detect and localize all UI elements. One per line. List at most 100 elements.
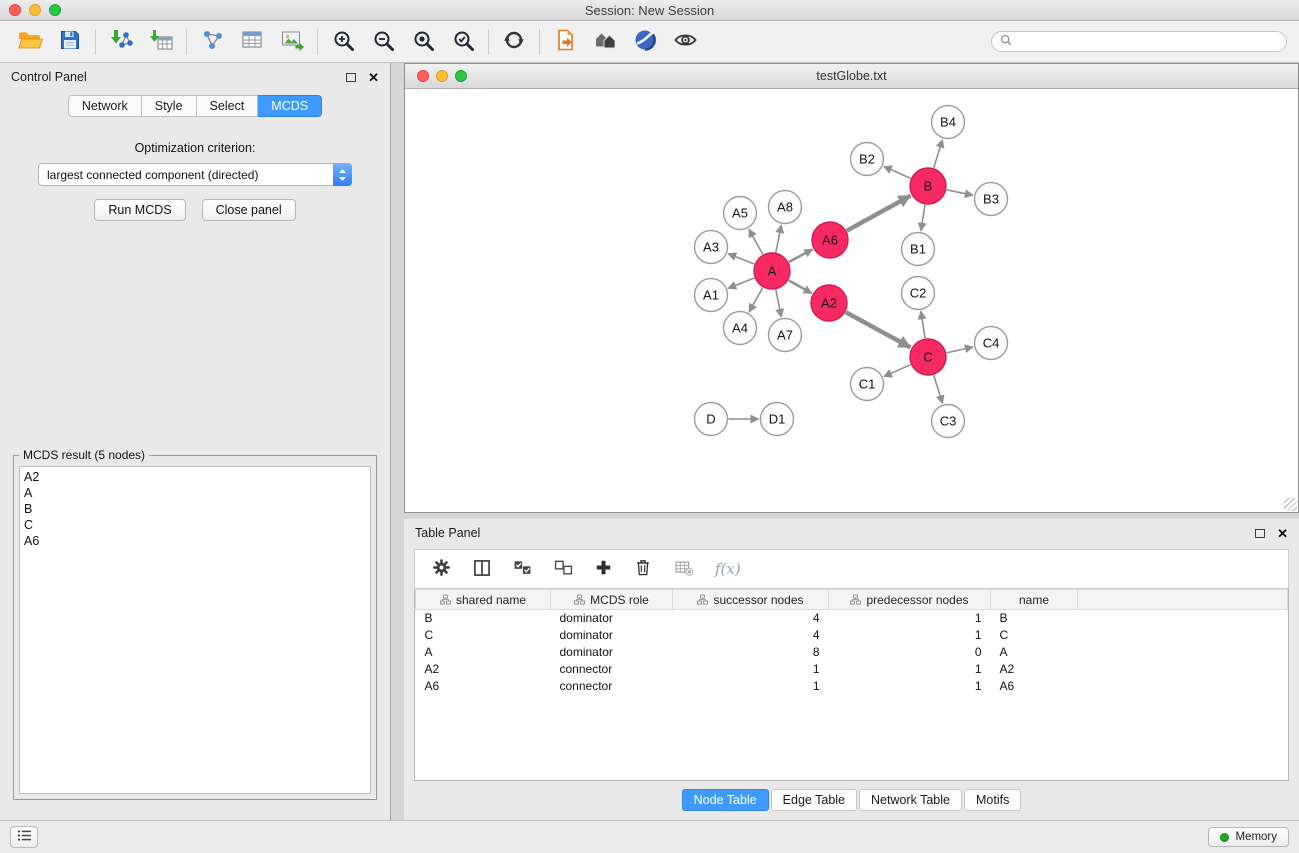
table-row[interactable]: A2connector11A2 — [416, 661, 1288, 678]
table-row[interactable]: Bdominator41B — [416, 610, 1288, 627]
show-graphics-button[interactable] — [665, 25, 705, 59]
show-columns-button[interactable] — [472, 558, 492, 581]
close-network-button[interactable] — [417, 70, 429, 82]
network-window-title: testGlobe.txt — [816, 69, 886, 83]
column-header-predecessor-nodes[interactable]: predecessor nodes — [829, 590, 991, 610]
mcds-result-item[interactable]: C — [24, 517, 366, 533]
network-canvas[interactable]: B4B2BB3A5A8A6B1A3AC2A1A2A4A7CC4C1C3DD1 — [405, 89, 1298, 512]
column-header-mcds-role[interactable]: MCDS role — [551, 590, 673, 610]
table-row[interactable]: A6connector11A6 — [416, 678, 1288, 695]
table-row[interactable]: Adominator80A — [416, 644, 1288, 661]
zoom-fit-button[interactable] — [403, 25, 443, 59]
node-label-A3: A3 — [703, 240, 719, 255]
save-session-button[interactable] — [50, 25, 90, 59]
plus-icon — [594, 558, 613, 580]
tab-motifs[interactable]: Motifs — [964, 789, 1021, 811]
import-table-button[interactable] — [141, 25, 181, 59]
edge-B-B3[interactable] — [947, 190, 973, 196]
network-window-titlebar[interactable]: testGlobe.txt — [405, 64, 1298, 89]
mcds-result-list: A2ABCA6 — [19, 466, 371, 794]
tab-edge-table[interactable]: Edge Table — [771, 789, 857, 811]
search-input[interactable] — [1017, 35, 1278, 49]
tab-node-table[interactable]: Node Table — [682, 789, 769, 811]
zoom-window-button[interactable] — [49, 4, 61, 16]
minimize-window-button[interactable] — [29, 4, 41, 16]
tab-select[interactable]: Select — [197, 95, 259, 117]
zoom-out-icon — [372, 29, 395, 55]
memory-button[interactable]: Memory — [1208, 827, 1289, 847]
edge-A6-B[interactable] — [847, 196, 911, 231]
close-window-button[interactable] — [9, 4, 21, 16]
tab-network[interactable]: Network — [68, 95, 142, 117]
deselect-all-button[interactable] — [553, 558, 574, 581]
cell-successor-nodes: 4 — [673, 610, 829, 627]
mcds-result-item[interactable]: A — [24, 485, 366, 501]
close-panel-button[interactable]: ✕ — [368, 71, 379, 84]
edge-B-B2[interactable] — [884, 167, 911, 179]
dropdown-selected-value: largest connected component (directed) — [39, 168, 333, 182]
zoom-selected-button[interactable] — [443, 25, 483, 59]
home-icon — [593, 28, 618, 55]
zoom-in-button[interactable] — [323, 25, 363, 59]
open-document-button[interactable] — [545, 25, 585, 59]
edge-B-B1[interactable] — [921, 205, 925, 231]
home-button[interactable] — [585, 25, 625, 59]
optimization-criterion-dropdown[interactable]: largest connected component (directed) — [38, 163, 352, 186]
diffusion-button[interactable] — [625, 25, 665, 59]
export-image-button[interactable] — [272, 25, 312, 59]
zoom-network-button[interactable] — [455, 70, 467, 82]
edge-A-A6[interactable] — [789, 249, 813, 262]
run-mcds-button[interactable]: Run MCDS — [94, 199, 185, 221]
resize-grip[interactable] — [1284, 498, 1297, 511]
minimize-network-button[interactable] — [436, 70, 448, 82]
node-table[interactable]: shared nameMCDS rolesuccessor nodesprede… — [414, 589, 1289, 781]
edge-C-C2[interactable] — [921, 311, 925, 338]
edge-C-C1[interactable] — [884, 365, 911, 377]
select-all-button[interactable] — [512, 558, 533, 581]
task-history-button[interactable] — [10, 826, 38, 848]
edge-A2-C[interactable] — [846, 312, 911, 347]
control-panel-title: Control Panel — [11, 70, 87, 84]
open-session-button[interactable] — [10, 25, 50, 59]
edge-B-B4[interactable] — [934, 140, 943, 168]
edge-A-A7[interactable] — [776, 290, 782, 317]
edge-A-A2[interactable] — [789, 280, 812, 293]
column-header-successor-nodes[interactable]: successor nodes — [673, 590, 829, 610]
search-field[interactable] — [991, 31, 1287, 52]
tab-style[interactable]: Style — [142, 95, 197, 117]
edge-A-A5[interactable] — [749, 229, 763, 254]
close-table-panel-button[interactable]: ✕ — [1277, 527, 1288, 540]
edge-A-A4[interactable] — [749, 288, 763, 312]
edge-A-A3[interactable] — [728, 254, 754, 264]
new-network-button[interactable] — [192, 25, 232, 59]
float-table-panel-button[interactable] — [1255, 529, 1265, 538]
cell-predecessor-nodes: 0 — [829, 644, 991, 661]
column-header-shared-name[interactable]: shared name — [416, 590, 551, 610]
edge-C-C4[interactable] — [947, 347, 973, 353]
fx-icon: f(x) — [715, 560, 741, 578]
mcds-result-item[interactable]: B — [24, 501, 366, 517]
delete-table-button[interactable] — [673, 558, 695, 581]
function-builder-button[interactable]: f(x) — [715, 560, 741, 578]
apply-layout-button[interactable] — [494, 25, 534, 59]
new-table-button[interactable] — [232, 25, 272, 59]
add-row-button[interactable] — [594, 558, 613, 580]
tab-network-table[interactable]: Network Table — [859, 789, 962, 811]
edge-A-A1[interactable] — [728, 278, 754, 288]
column-header-name[interactable]: name — [991, 590, 1078, 610]
table-row[interactable]: Cdominator41C — [416, 627, 1288, 644]
node-label-D: D — [706, 412, 715, 427]
close-panel-button[interactable]: Close panel — [202, 199, 296, 221]
zoom-out-button[interactable] — [363, 25, 403, 59]
mcds-result-item[interactable]: A2 — [24, 469, 366, 485]
tab-mcds[interactable]: MCDS — [258, 95, 322, 117]
delete-row-button[interactable] — [633, 557, 653, 581]
mcds-result-item[interactable]: A6 — [24, 533, 366, 549]
float-panel-button[interactable] — [346, 73, 356, 82]
edge-A-A8[interactable] — [776, 225, 782, 252]
edge-C-C3[interactable] — [934, 375, 943, 403]
window-controls — [9, 4, 61, 16]
table-settings-button[interactable] — [431, 557, 452, 581]
import-network-button[interactable] — [101, 25, 141, 59]
network-icon — [200, 28, 224, 55]
